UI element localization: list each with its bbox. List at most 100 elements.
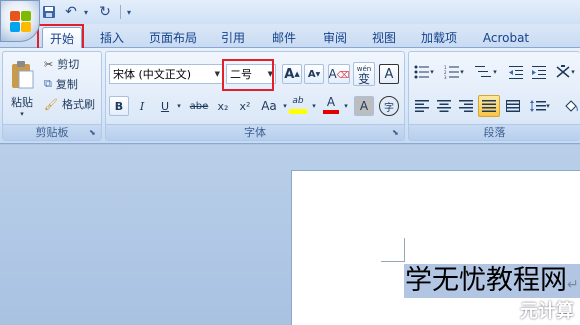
undo-icon[interactable]: ↶ (62, 3, 80, 21)
font-name-dropdown-icon[interactable]: ▼ (215, 70, 220, 78)
selected-text-content: 学无忧教程网 (405, 265, 567, 296)
character-shading-button[interactable]: A (354, 96, 374, 116)
qat-separator (120, 5, 121, 19)
scissors-icon: ✂ (44, 57, 54, 71)
decrease-indent-button[interactable] (506, 62, 526, 82)
shrink-font-button[interactable]: A ▼ (304, 64, 324, 84)
tab-view[interactable]: 视图 (365, 27, 403, 48)
selected-text[interactable]: 学无忧教程网↵ (404, 264, 580, 298)
strikethrough-button[interactable]: abe (186, 96, 212, 116)
bullets-button[interactable]: ▾ (412, 62, 436, 82)
decrease-indent-icon (509, 66, 523, 79)
character-border-button[interactable]: A (379, 64, 399, 84)
save-icon[interactable] (40, 3, 58, 21)
customize-qat-icon[interactable]: ▾ (127, 8, 135, 17)
font-name-combo[interactable]: 宋体 (中文正文) ▼ (109, 64, 223, 84)
italic-button[interactable]: I (132, 96, 152, 116)
margin-corner-mark (381, 261, 405, 262)
line-spacing-icon (530, 100, 547, 112)
cut-label: 剪切 (57, 58, 80, 71)
paragraph-group: ▾ 123 ▾ ▾ ▾ ▾ 段落 (408, 51, 580, 141)
format-painter-label: 格式刷 (61, 98, 95, 111)
underline-icon: U (160, 99, 170, 113)
superscript-icon: x² (239, 99, 251, 113)
align-center-button[interactable] (434, 96, 454, 116)
tab-add-ins[interactable]: 加载项 (415, 27, 463, 48)
align-left-icon (415, 100, 429, 112)
paragraph-mark-icon: ↵ (567, 277, 579, 293)
chinese-layout-icon (556, 65, 570, 78)
font-launcher-icon[interactable]: ⬊ (392, 128, 401, 137)
line-spacing-button[interactable]: ▾ (527, 96, 553, 116)
clipboard-launcher-icon[interactable]: ⬊ (89, 128, 98, 137)
enclose-characters-icon: 字 (384, 102, 394, 114)
svg-text:3: 3 (444, 75, 447, 79)
copy-label: 复制 (55, 78, 78, 91)
distributed-button[interactable] (503, 96, 523, 116)
quick-access-toolbar: ↶ ▾ ↻ ▾ (40, 3, 135, 21)
font-group-label: 字体 (106, 124, 404, 140)
character-border-icon: A (384, 66, 394, 82)
ribbon-tabs: 开始 插入 页面布局 引用 邮件 审阅 视图 加载项 Acrobat (0, 24, 580, 49)
format-painter-icon: 🖌 (44, 97, 58, 111)
tab-page-layout[interactable]: 页面布局 (145, 27, 201, 48)
grow-font-icon: A (284, 66, 295, 82)
paragraph-shading-button[interactable] (559, 96, 580, 116)
superscript-button[interactable]: x² (235, 96, 255, 116)
tab-mailings[interactable]: 邮件 (265, 27, 303, 48)
highlight-icon: ab (292, 95, 304, 106)
increase-indent-button[interactable] (529, 62, 549, 82)
tab-insert[interactable]: 插入 (92, 27, 132, 48)
paragraph-group-label: 段落 (409, 124, 580, 140)
align-right-button[interactable] (456, 96, 476, 116)
bullets-icon (414, 65, 430, 79)
tab-review[interactable]: 审阅 (316, 27, 354, 48)
office-logo-icon (10, 11, 32, 33)
align-center-icon (437, 100, 451, 112)
justify-button[interactable] (478, 95, 500, 117)
underline-dropdown-icon[interactable]: ▾ (175, 96, 183, 116)
paste-dropdown-icon: ▾ (20, 110, 24, 118)
highlight-button[interactable]: ab (286, 94, 310, 116)
paste-label: 粘贴 (11, 96, 33, 109)
change-case-button[interactable]: Aa (257, 96, 281, 116)
numbering-icon: 123 (444, 65, 460, 79)
bold-icon: B (114, 99, 124, 113)
phonetic-guide-button[interactable]: wén 变 (353, 62, 375, 86)
bold-button[interactable]: B (109, 96, 129, 116)
format-painter-button[interactable]: 🖌 格式刷 (43, 95, 96, 113)
font-color-button[interactable]: A (320, 94, 342, 116)
highlight-dropdown-icon[interactable]: ▾ (310, 96, 318, 116)
subscript-icon: x₂ (217, 99, 229, 113)
chinese-layout-button[interactable]: ▾ (553, 62, 577, 82)
distributed-icon (506, 100, 520, 112)
undo-dropdown-icon[interactable]: ▾ (84, 8, 92, 17)
font-size-highlight (222, 59, 274, 91)
increase-indent-icon (532, 66, 546, 79)
highlight-color-swatch (289, 108, 307, 114)
multilevel-list-icon (475, 66, 492, 77)
multilevel-list-button[interactable]: ▾ (472, 62, 500, 82)
paste-button[interactable]: 粘贴 ▾ (5, 56, 39, 122)
tab-references[interactable]: 引用 (214, 27, 252, 48)
enclose-characters-button[interactable]: 字 (379, 96, 399, 116)
clipboard-group: 粘贴 ▾ ✂ 剪切 ⧉ 复制 🖌 格式刷 剪贴板 ⬊ (2, 51, 102, 141)
align-right-icon (459, 100, 473, 112)
grow-font-button[interactable]: A ▲ (282, 64, 302, 84)
font-color-dropdown-icon[interactable]: ▾ (342, 96, 350, 116)
clear-formatting-icon: A⌫ (328, 67, 350, 81)
office-button[interactable] (0, 0, 40, 42)
font-color-icon: A (326, 95, 336, 109)
align-left-button[interactable] (412, 96, 432, 116)
tab-acrobat[interactable]: Acrobat (478, 27, 534, 48)
phonetic-char: 变 (357, 72, 370, 86)
cut-button[interactable]: ✂ 剪切 (43, 55, 80, 73)
clear-formatting-button[interactable]: A⌫ (328, 64, 350, 84)
numbering-button[interactable]: 123 ▾ (442, 62, 466, 82)
clipboard-group-label: 剪贴板 (3, 124, 101, 140)
redo-icon[interactable]: ↻ (96, 3, 114, 21)
copy-button[interactable]: ⧉ 复制 (43, 75, 79, 93)
underline-button[interactable]: U (155, 96, 175, 116)
subscript-button[interactable]: x₂ (213, 96, 233, 116)
margin-corner-mark (404, 238, 405, 261)
